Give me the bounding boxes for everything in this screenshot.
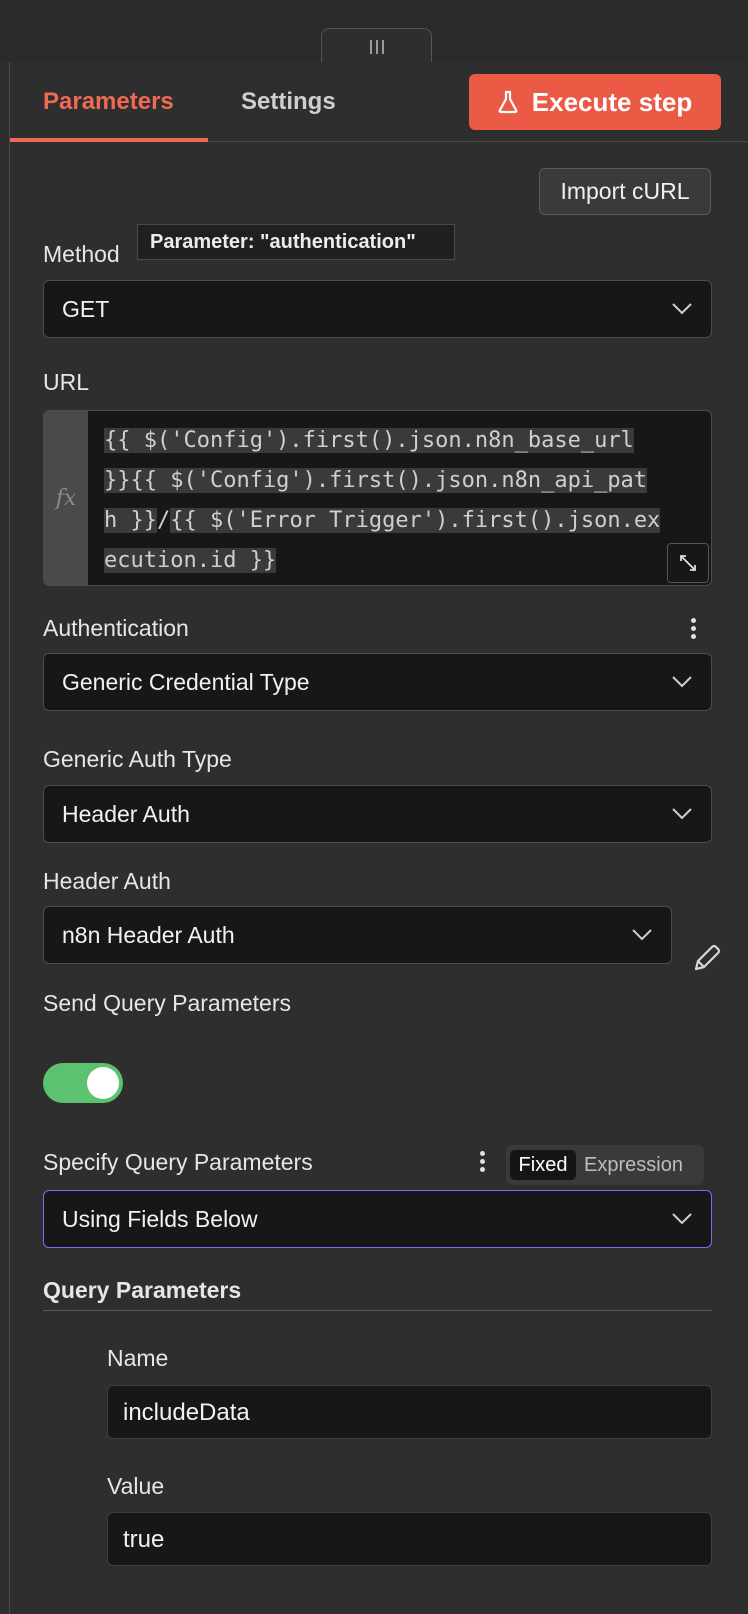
url-label: URL <box>43 369 90 395</box>
query-param-name-input[interactable]: includeData <box>107 1385 712 1439</box>
tab-parameters[interactable]: Parameters <box>43 88 174 116</box>
query-parameters-heading: Query Parameters <box>43 1277 242 1303</box>
header-auth-label: Header Auth <box>43 868 171 894</box>
edit-credential-pencil-icon[interactable] <box>691 942 721 974</box>
node-parameters-panel: Parameters Settings Execute step Import … <box>9 62 748 1614</box>
execute-step-label: Execute step <box>531 86 693 117</box>
active-tab-indicator <box>10 138 208 142</box>
tab-bar: Parameters Settings Execute step <box>10 62 748 142</box>
generic-auth-type-value: Header Auth <box>62 801 190 827</box>
authentication-label: Authentication <box>43 615 189 641</box>
specify-query-parameters-label: Specify Query Parameters <box>43 1149 313 1175</box>
query-param-value-input[interactable]: true <box>107 1512 712 1566</box>
header-auth-select[interactable]: n8n Header Auth <box>43 906 672 964</box>
fixed-expression-switch: Fixed Expression <box>506 1145 704 1185</box>
specify-query-parameters-select[interactable]: Using Fields Below <box>43 1190 712 1248</box>
chevron-down-icon <box>672 676 692 688</box>
chevron-down-icon <box>672 808 692 820</box>
query-param-name-label: Name <box>107 1345 169 1371</box>
method-select[interactable]: GET <box>43 280 712 338</box>
drag-handle[interactable] <box>321 28 432 64</box>
execute-step-button[interactable]: Execute step <box>469 74 721 130</box>
expand-icon <box>680 555 696 571</box>
tab-settings[interactable]: Settings <box>241 88 336 116</box>
mode-fixed-option[interactable]: Fixed <box>510 1150 576 1180</box>
specify-query-parameters-value: Using Fields Below <box>62 1206 258 1232</box>
query-param-name-value: includeData <box>123 1399 250 1426</box>
specify-query-options-icon[interactable] <box>477 1148 487 1178</box>
url-expression-editor[interactable]: fx {{ $('Config').first().json.n8n_base_… <box>43 410 712 586</box>
query-parameters-divider <box>43 1310 712 1311</box>
authentication-select[interactable]: Generic Credential Type <box>43 653 712 711</box>
generic-auth-type-label: Generic Auth Type <box>43 746 232 772</box>
chevron-down-icon <box>672 1213 692 1225</box>
generic-auth-type-select[interactable]: Header Auth <box>43 785 712 843</box>
authentication-options-icon[interactable] <box>688 615 698 645</box>
query-param-value-value: true <box>123 1526 165 1553</box>
method-label: Method <box>43 241 120 267</box>
expression-fx-icon: fx <box>44 411 88 585</box>
panel-top-bar <box>0 0 748 64</box>
flask-icon <box>498 90 518 114</box>
import-curl-button[interactable]: Import cURL <box>539 168 711 215</box>
method-value: GET <box>62 296 110 322</box>
toggle-knob <box>87 1067 119 1099</box>
mode-expression-option[interactable]: Expression <box>584 1150 683 1180</box>
expand-editor-button[interactable] <box>667 543 709 583</box>
header-auth-value: n8n Header Auth <box>62 922 235 948</box>
authentication-value: Generic Credential Type <box>62 669 310 695</box>
chevron-down-icon <box>632 929 652 941</box>
query-param-value-label: Value <box>107 1473 165 1499</box>
send-query-parameters-label: Send Query Parameters <box>43 990 292 1016</box>
parameter-tooltip: Parameter: "authentication" <box>137 224 455 260</box>
chevron-down-icon <box>672 303 692 315</box>
url-expression-code: {{ $('Config').first().json.n8n_base_url… <box>104 428 661 573</box>
send-query-parameters-toggle[interactable] <box>43 1063 123 1103</box>
